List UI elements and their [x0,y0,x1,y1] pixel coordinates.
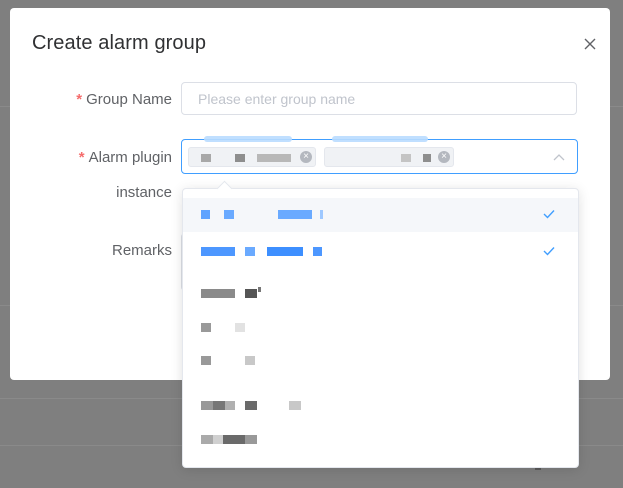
dropdown-option[interactable] [183,277,578,311]
alarm-plugin-label-text: Alarm plugin [88,149,172,166]
group-name-input[interactable] [182,83,576,114]
tag-close-icon[interactable]: × [438,151,450,163]
selected-tag: × [188,147,316,167]
dropdown-option[interactable] [183,198,578,232]
alarm-plugin-select[interactable]: × × [181,136,578,174]
dialog-title: Create alarm group [32,32,207,54]
alarm-plugin-label: * Alarm plugin [79,149,172,166]
close-button[interactable] [582,36,598,52]
chevron-up-icon[interactable] [553,153,565,161]
check-icon [543,247,555,256]
alarm-plugin-dropdown [182,180,579,468]
dropdown-option[interactable] [183,344,578,378]
group-name-label-text: Group Name [86,91,172,108]
tag-highlight [332,136,428,142]
dropdown-option[interactable] [183,423,578,457]
check-icon [543,210,555,219]
group-name-label: * Group Name [76,91,172,108]
tag-close-icon[interactable]: × [300,151,312,163]
group-name-field[interactable] [181,82,577,115]
remarks-label: Remarks [111,242,172,259]
dropdown-option[interactable] [183,389,578,423]
required-mark: * [78,149,85,166]
close-icon [584,38,596,50]
required-mark: * [76,91,83,108]
dropdown-option[interactable] [183,235,578,269]
alarm-plugin-label-line2: instance [116,184,172,201]
dropdown-option[interactable] [183,311,578,345]
tag-highlight [204,136,292,142]
selected-tag: × [324,147,454,167]
